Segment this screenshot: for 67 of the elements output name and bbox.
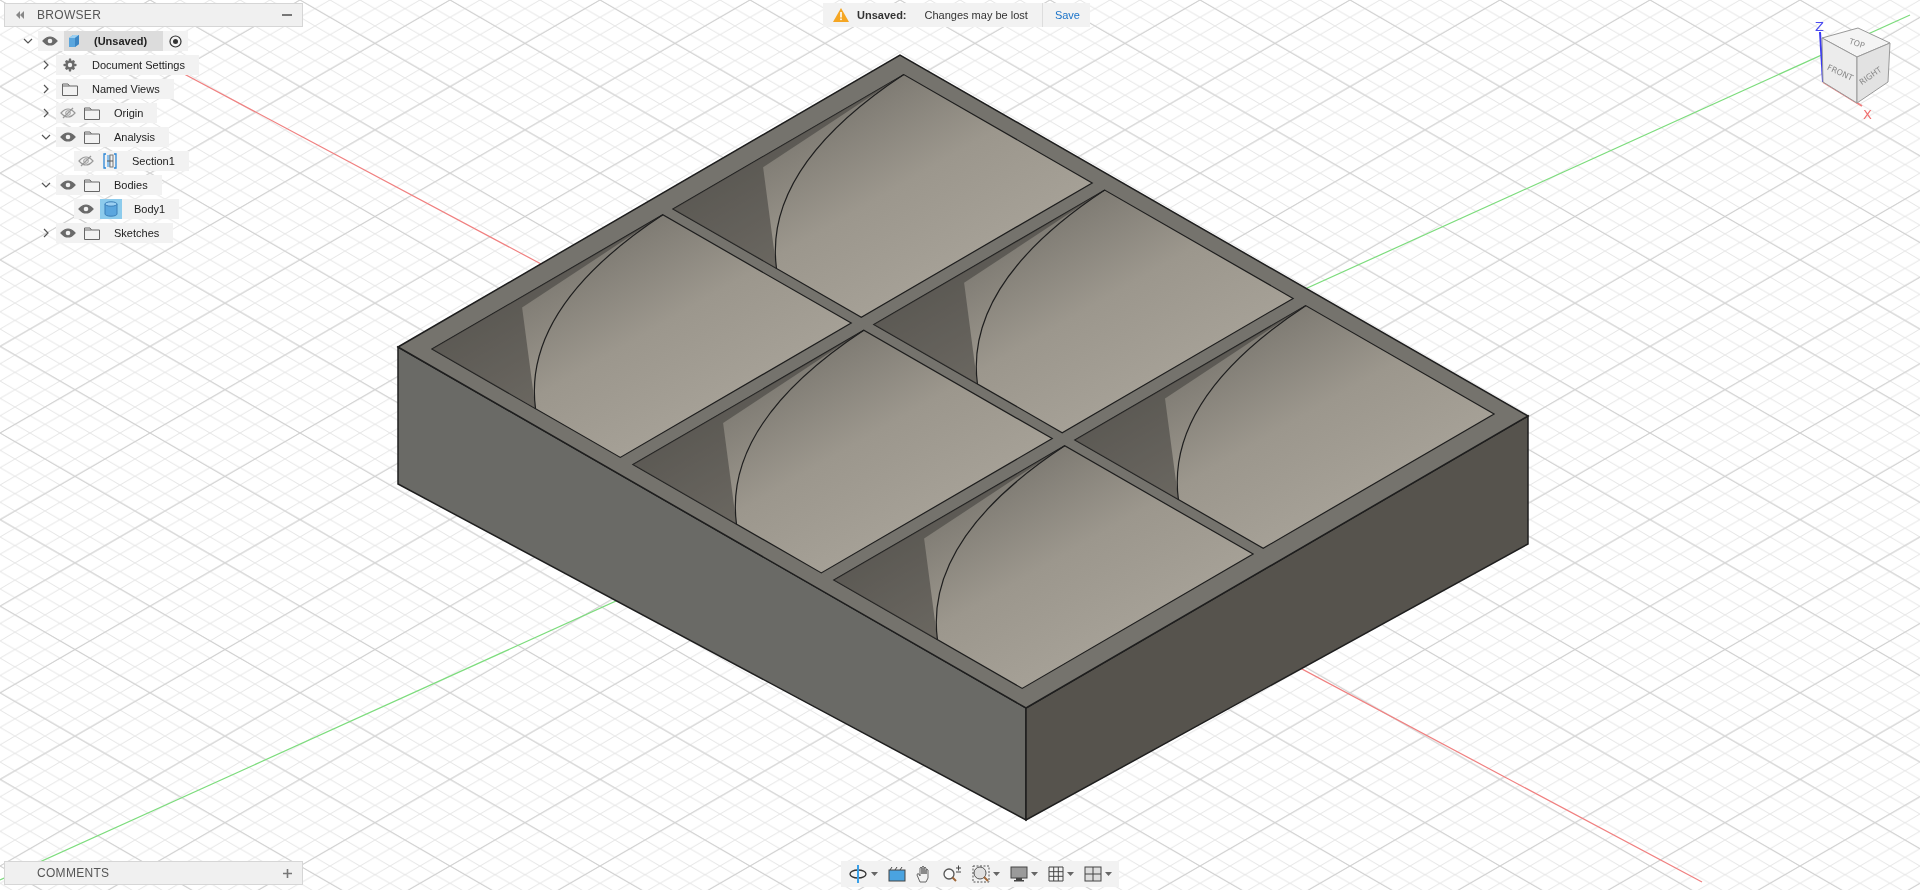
eye-icon[interactable] <box>60 227 76 239</box>
collapse-icon[interactable] <box>15 11 25 19</box>
notification-title: Unsaved: <box>857 9 907 21</box>
chevron-down-icon[interactable] <box>41 180 51 190</box>
chevron-right-icon[interactable] <box>41 60 51 70</box>
viewports-icon <box>1084 866 1102 882</box>
cylinder-icon <box>104 201 118 217</box>
tree-item[interactable]: Sketches <box>56 223 174 243</box>
folder-icon <box>62 82 78 96</box>
cube-icon <box>67 34 81 48</box>
caret-icon <box>993 872 1000 876</box>
gear-icon <box>62 57 78 73</box>
tree-item[interactable]: Body1 <box>74 199 180 219</box>
orbit-icon <box>848 865 868 883</box>
caret-icon <box>1031 872 1038 876</box>
tree-item-label: Analysis <box>113 130 156 145</box>
tree-item[interactable]: Analysis <box>56 127 169 147</box>
tree-item-label: Named Views <box>91 82 161 97</box>
eye-hidden-icon[interactable] <box>60 107 76 119</box>
fit-button[interactable] <box>969 862 1003 886</box>
tree-item[interactable]: Origin <box>56 103 158 123</box>
folder-icon <box>84 178 100 192</box>
tree-item-label: Bodies <box>113 178 149 193</box>
notification-message: Changes may be lost <box>914 3 1043 27</box>
tree-item[interactable]: Named Views <box>56 79 174 99</box>
tree-item-label: Sketches <box>113 226 161 241</box>
folder-icon <box>84 226 100 240</box>
tree-item[interactable]: Section1 <box>74 151 189 171</box>
monitor-icon <box>1010 866 1028 882</box>
folder-icon <box>84 106 100 120</box>
chevron-right-icon[interactable] <box>41 108 51 118</box>
comments-title: COMMENTS <box>36 866 111 880</box>
eye-icon[interactable] <box>60 179 76 191</box>
chevron-right-icon[interactable] <box>41 228 51 238</box>
axis-label: X <box>1863 107 1872 122</box>
axis-label: Z <box>1815 19 1824 34</box>
tree-item-label: Origin <box>113 106 145 121</box>
tree-item-label: Body1 <box>133 202 167 217</box>
eye-icon[interactable] <box>60 131 76 143</box>
eye-icon[interactable] <box>78 203 94 215</box>
active-radio-icon[interactable] <box>169 34 183 48</box>
chevron-down-icon[interactable] <box>41 132 51 142</box>
add-icon[interactable] <box>283 868 292 878</box>
tree-item-label: Document Settings <box>91 58 186 73</box>
warning-icon <box>833 8 849 22</box>
caret-icon <box>1105 872 1112 876</box>
zoom-fit-icon <box>972 865 990 883</box>
screen-icon <box>888 866 906 882</box>
eye-icon[interactable] <box>42 35 58 47</box>
tree-item-label: (Unsaved) <box>84 31 164 51</box>
chevron-right-icon[interactable] <box>41 84 51 94</box>
hand-icon <box>916 865 932 883</box>
folder-icon <box>84 130 100 144</box>
zoom-icon <box>942 865 962 883</box>
caret-icon <box>871 872 878 876</box>
tree-item[interactable]: Document Settings <box>56 55 199 75</box>
eye-hidden-icon[interactable] <box>78 155 94 167</box>
chevron-down-icon[interactable] <box>23 36 33 46</box>
grid-icon <box>1048 866 1064 882</box>
caret-icon <box>1067 872 1074 876</box>
section-plane-icon <box>103 153 117 169</box>
tree-item[interactable]: Bodies <box>56 175 162 195</box>
browser-title: BROWSER <box>37 8 103 22</box>
tree-item-label: Section1 <box>131 154 176 169</box>
save-link[interactable]: Save <box>1050 9 1080 21</box>
cube-face-label[interactable]: TOP <box>1847 36 1866 51</box>
tree-item[interactable]: (Unsaved) <box>38 31 189 51</box>
